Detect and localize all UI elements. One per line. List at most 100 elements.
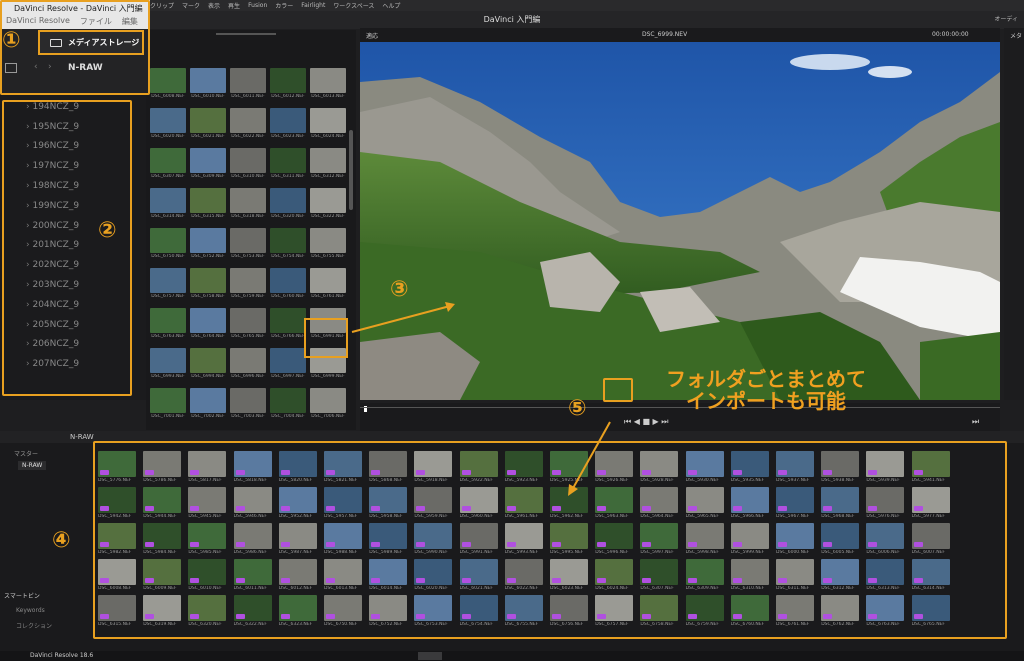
zoom-slider[interactable] bbox=[216, 33, 276, 35]
master-bin[interactable]: マスター bbox=[14, 449, 38, 458]
media-thumbnail[interactable]: DSC_6764.NEF bbox=[190, 308, 226, 342]
metadata-panel: メタ bbox=[1004, 28, 1024, 400]
menu-item[interactable]: マーク bbox=[182, 1, 200, 10]
media-thumbnail[interactable]: DSC_6760.NEF bbox=[270, 268, 306, 302]
thumbnail-image bbox=[190, 308, 226, 333]
media-thumbnail[interactable]: DSC_6763.NEF bbox=[150, 308, 186, 342]
transport-buttons-icon[interactable]: ⏮ ◀ ■ ▶ ⏭ bbox=[624, 417, 668, 427]
bottom-bar: DaVinci Resolve 18.6 bbox=[0, 651, 1024, 661]
thumbnail-caption: DSC_6315.NEF bbox=[191, 214, 225, 219]
media-thumbnail[interactable]: DSC_6008.NEF bbox=[150, 68, 186, 102]
import-callout: フォルダごとまとめて インポートも可能 bbox=[636, 368, 896, 412]
menu-bar: クリップ マーク 表示 再生 Fusion カラー Fairlight ワークスペース ヘルプ bbox=[0, 0, 1024, 11]
media-thumbnail[interactable]: DSC_6307.NEF bbox=[150, 148, 186, 182]
thumbnail-image bbox=[150, 68, 186, 93]
callout-3-arrow bbox=[351, 302, 455, 333]
media-thumbnail[interactable]: DSC_6010.NEF bbox=[190, 68, 226, 102]
media-scrollbar[interactable] bbox=[349, 130, 353, 210]
media-thumbnail[interactable]: DSC_6755.NEF bbox=[310, 228, 346, 262]
media-thumbnail[interactable]: DSC_7003.NEF bbox=[230, 388, 266, 422]
thumbnail-caption: DSC_6312.NEF bbox=[311, 174, 345, 179]
media-storage-button[interactable]: メディアストレージ bbox=[38, 30, 144, 55]
menu-item[interactable]: ワークスペース bbox=[333, 1, 374, 10]
media-thumbnail[interactable]: DSC_6752.NEF bbox=[190, 228, 226, 262]
thumbnail-caption: DSC_6013.NEF bbox=[311, 94, 345, 99]
thumbnail-caption: DSC_6761.NEF bbox=[311, 294, 345, 299]
media-thumbnail[interactable]: DSC_6318.NEF bbox=[230, 188, 266, 222]
thumbnail-caption: DSC_6309.NEF bbox=[191, 174, 225, 179]
media-thumbnail[interactable]: DSC_6320.NEF bbox=[270, 188, 306, 222]
callout-5-arrow bbox=[568, 421, 611, 496]
media-thumbnail[interactable]: DSC_6996.NEF bbox=[230, 348, 266, 382]
media-thumbnail[interactable]: DSC_6754.NEF bbox=[270, 228, 306, 262]
bin-nraw[interactable]: N-RAW bbox=[18, 461, 47, 470]
thumbnail-image bbox=[310, 268, 346, 293]
clip-name: DSC_6999.NEV bbox=[642, 31, 688, 38]
thumbnail-image bbox=[310, 148, 346, 173]
callout-4: ④ bbox=[52, 528, 71, 553]
menu-item[interactable]: 再生 bbox=[228, 1, 240, 10]
media-thumbnail[interactable]: DSC_6758.NEF bbox=[190, 268, 226, 302]
menu-item[interactable]: Fusion bbox=[248, 2, 267, 9]
media-thumbnail[interactable]: DSC_6310.NEF bbox=[230, 148, 266, 182]
media-thumbnail[interactable]: DSC_6314.NEF bbox=[150, 188, 186, 222]
media-thumbnail[interactable]: DSC_7006.NEF bbox=[310, 388, 346, 422]
callout-line-2: インポートも可能 bbox=[686, 389, 846, 413]
media-thumbnail[interactable]: DSC_6022.NEF bbox=[230, 108, 266, 142]
thumbnail-image bbox=[190, 108, 226, 133]
selected-clip-highlight bbox=[304, 318, 348, 358]
media-thumbnail[interactable]: DSC_6997.NEF bbox=[270, 348, 306, 382]
fit-label[interactable]: 適応 bbox=[366, 31, 378, 40]
keywords-bin[interactable]: Keywords bbox=[16, 607, 45, 614]
media-thumbnail[interactable]: DSC_6012.NEF bbox=[270, 68, 306, 102]
thumbnail-caption: DSC_6764.NEF bbox=[191, 334, 225, 339]
media-thumbnail[interactable]: DSC_6766.NEF bbox=[270, 308, 306, 342]
media-thumbnail[interactable]: DSC_6023.NEF bbox=[270, 108, 306, 142]
viewer-header: 適応 DSC_6999.NEV 00:00:00:00 bbox=[360, 28, 1000, 42]
collection-bin[interactable]: コレクション bbox=[16, 621, 52, 630]
media-thumbnail[interactable]: DSC_6315.NEF bbox=[190, 188, 226, 222]
media-thumbnail[interactable]: DSC_6993.NEF bbox=[150, 348, 186, 382]
media-thumbnail[interactable]: DSC_6765.NEF bbox=[230, 308, 266, 342]
menu-item[interactable]: カラー bbox=[275, 1, 293, 10]
media-thumbnail[interactable]: DSC_6013.NEF bbox=[310, 68, 346, 102]
next-frame-icon[interactable]: ⏭ bbox=[972, 417, 979, 427]
media-thumbnail[interactable]: DSC_6311.NEF bbox=[270, 148, 306, 182]
thumbnail-image bbox=[190, 228, 226, 253]
media-thumbnail[interactable]: DSC_7004.NEF bbox=[270, 388, 306, 422]
media-thumbnail[interactable]: DSC_6020.NEF bbox=[150, 108, 186, 142]
thumbnail-caption: DSC_6318.NEF bbox=[231, 214, 265, 219]
thumbnail-image bbox=[270, 348, 306, 373]
media-page-icon[interactable] bbox=[418, 652, 442, 660]
media-thumbnail[interactable]: DSC_6750.NEF bbox=[150, 228, 186, 262]
workspace-tools[interactable]: オーディ bbox=[994, 14, 1018, 23]
menu-item[interactable]: Fairlight bbox=[301, 2, 325, 9]
media-thumbnail[interactable]: DSC_6024.NEF bbox=[310, 108, 346, 142]
storage-icon bbox=[50, 38, 62, 47]
media-thumbnail[interactable]: DSC_6322.NEF bbox=[310, 188, 346, 222]
thumbnail-caption: DSC_6997.NEF bbox=[271, 374, 305, 379]
viewer-image bbox=[360, 42, 1000, 400]
media-thumbnail[interactable]: DSC_7002.NEF bbox=[190, 388, 226, 422]
menu-item[interactable]: 表示 bbox=[208, 1, 220, 10]
thumbnail-image bbox=[150, 348, 186, 373]
menu-item[interactable]: ヘルプ bbox=[382, 1, 400, 10]
media-thumbnail[interactable]: DSC_6312.NEF bbox=[310, 148, 346, 182]
media-thumbnail[interactable]: DSC_6761.NEF bbox=[310, 268, 346, 302]
thumbnail-image bbox=[270, 108, 306, 133]
thumbnail-caption: DSC_6766.NEF bbox=[271, 334, 305, 339]
thumbnail-caption: DSC_6757.NEF bbox=[151, 294, 185, 299]
media-thumbnail[interactable]: DSC_7001.NEF bbox=[150, 388, 186, 422]
menu-item[interactable]: クリップ bbox=[150, 1, 174, 10]
thumbnail-image bbox=[310, 228, 346, 253]
media-thumbnail[interactable]: DSC_6021.NEF bbox=[190, 108, 226, 142]
media-thumbnail[interactable]: DSC_6759.NEF bbox=[230, 268, 266, 302]
media-thumbnail[interactable]: DSC_6753.NEF bbox=[230, 228, 266, 262]
media-thumbnail[interactable]: DSC_6309.NEF bbox=[190, 148, 226, 182]
media-thumbnail[interactable]: DSC_6757.NEF bbox=[150, 268, 186, 302]
media-thumbnail[interactable]: DSC_6994.NEF bbox=[190, 348, 226, 382]
media-thumbnail[interactable]: DSC_6011.NEF bbox=[230, 68, 266, 102]
thumbnail-image bbox=[230, 228, 266, 253]
thumbnail-caption: DSC_6310.NEF bbox=[231, 174, 265, 179]
thumbnail-image bbox=[190, 148, 226, 173]
